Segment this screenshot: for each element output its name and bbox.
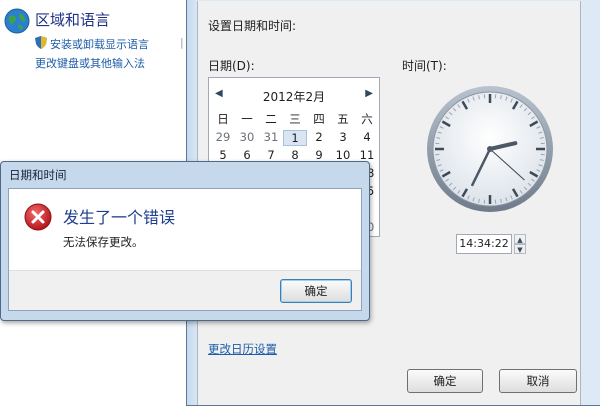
datetime-heading: 设置日期和时间: (208, 17, 296, 34)
calendar-day[interactable]: 6 (235, 148, 259, 162)
calendar-day[interactable]: 3 (331, 130, 355, 146)
calendar-week-row: 29 30 31 1 2 3 4 (211, 130, 379, 146)
weekday-label: 三 (283, 111, 307, 127)
clock-center-pin (487, 146, 493, 152)
error-dialog-title: 日期和时间 (9, 167, 67, 183)
calendar-day[interactable]: 11 (355, 148, 379, 162)
error-heading: 发生了一个错误 (63, 204, 175, 228)
error-ok-button[interactable]: 确定 (280, 279, 352, 303)
time-decrement-button[interactable]: ▼ (514, 244, 526, 254)
install-display-language-link[interactable]: 安装或卸载显示语言 (50, 36, 149, 52)
shield-icon (35, 36, 47, 49)
calendar-weekday-header: 日 一 二 三 四 五 六 (211, 111, 379, 127)
time-label: 时间(T): (402, 57, 447, 74)
calendar-day[interactable]: 7 (259, 148, 283, 162)
calendar-month-title[interactable]: 2012年2月 (209, 88, 379, 105)
error-dialog: 日期和时间 发生了一个错误 无法保存更改。 确定 (0, 161, 370, 321)
ok-button[interactable]: 确定 (407, 369, 483, 393)
weekday-label: 六 (355, 111, 379, 127)
calendar-day[interactable]: 29 (211, 130, 235, 146)
weekday-label: 日 (211, 111, 235, 127)
time-input[interactable]: 14:34:22 (456, 234, 512, 254)
link-separator: | (180, 36, 184, 49)
cancel-button[interactable]: 取消 (499, 369, 577, 393)
calendar-day[interactable]: 4 (355, 130, 379, 146)
region-language-title[interactable]: 区域和语言 (35, 9, 110, 30)
analog-clock (424, 83, 556, 215)
calendar-day[interactable]: 30 (235, 130, 259, 146)
calendar-day[interactable]: 2 (307, 130, 331, 146)
calendar-day[interactable]: 31 (259, 130, 283, 146)
calendar-day-selected[interactable]: 1 (283, 130, 307, 146)
weekday-label: 二 (259, 111, 283, 127)
change-keyboard-link[interactable]: 更改键盘或其他输入法 (35, 55, 145, 71)
change-calendar-settings-link[interactable]: 更改日历设置 (208, 341, 277, 357)
calendar-next-month-button[interactable]: ▶ (365, 88, 373, 99)
calendar-day[interactable]: 9 (307, 148, 331, 162)
error-dialog-footer: 确定 (9, 270, 361, 310)
weekday-label: 五 (331, 111, 355, 127)
time-increment-button[interactable]: ▲ (514, 234, 526, 244)
calendar-day[interactable]: 10 (331, 148, 355, 162)
weekday-label: 四 (307, 111, 331, 127)
error-icon (24, 203, 52, 231)
calendar-day[interactable]: 8 (283, 148, 307, 162)
globe-icon (4, 8, 30, 34)
error-message: 无法保存更改。 (63, 234, 144, 250)
date-label: 日期(D): (208, 57, 255, 74)
calendar-week-row: 5 6 7 8 9 10 11 (211, 148, 379, 162)
error-dialog-content: 发生了一个错误 无法保存更改。 确定 (8, 188, 362, 311)
time-spinner: ▲ ▼ (514, 234, 526, 254)
weekday-label: 一 (235, 111, 259, 127)
calendar-day[interactable]: 5 (211, 148, 235, 162)
